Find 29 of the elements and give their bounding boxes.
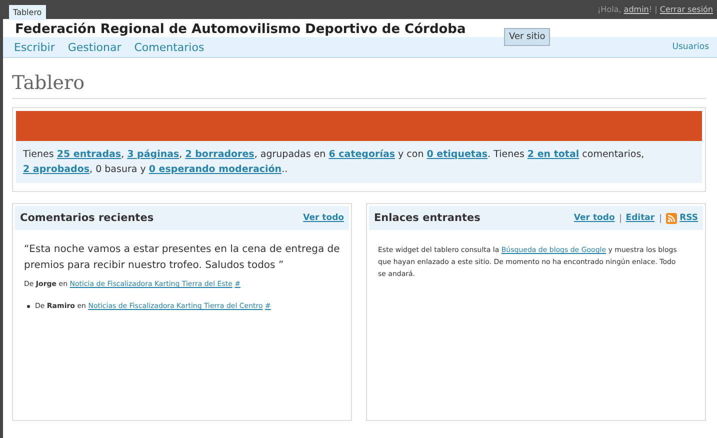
comment-quote: “Esta noche vamos a estar presentes en la cena de entrega de premios para recibir nuestro trofeo. Saludos todos ” [24, 243, 340, 273]
bullet-icon [27, 304, 30, 308]
stats-link[interactable]: 0 esperando moderación [148, 164, 282, 175]
view-all-link[interactable]: Ver todo [303, 213, 344, 223]
rss-icon [666, 212, 677, 224]
view-site-button[interactable]: Ver sitio [504, 28, 550, 46]
nav-link[interactable]: Escribir [14, 40, 55, 54]
stats-link[interactable]: 3 páginas [127, 149, 180, 160]
widget-link[interactable]: Editar [626, 213, 655, 223]
rss-link[interactable]: RSS [680, 213, 698, 223]
nav-link[interactable]: Comentarios [134, 40, 204, 54]
user-link[interactable]: Cerrar sesión [660, 5, 713, 14]
stats-link[interactable]: 2 borradores [185, 149, 254, 160]
page-title: Tablero [12, 72, 706, 99]
stats-text: Tienes 25 entradas, 3 páginas, 2 borradores, agrupadas en 6 categorías y con 0 etiquetas. Tienes 2 en total comentarios, 2 aprobados, 0 basura y 0 esperando moderación.. [16, 141, 702, 183]
site-title: Federación Regional de Automovilismo Deportivo de Córdoba [15, 22, 466, 37]
widget-link[interactable]: Ver todo [574, 213, 615, 223]
user-link[interactable]: admin [624, 5, 649, 14]
stats-link[interactable]: 2 en total [527, 149, 580, 160]
nav-link[interactable]: Gestionar [68, 40, 122, 54]
dashboard-tab[interactable]: Tablero [9, 5, 46, 20]
widget-title: Comentarios recientes [20, 212, 154, 224]
stats-link[interactable]: 2 aprobados [23, 164, 90, 175]
stats-link[interactable]: 6 categorías [328, 149, 396, 160]
users-link[interactable]: Usuarios [672, 42, 709, 52]
stats-link[interactable]: 0 etiquetas [426, 149, 488, 160]
user-greeting: ¡Hola, admin! | Cerrar sesión [597, 5, 713, 14]
widget-title: Enlaces entrantes [374, 212, 480, 224]
stats-link[interactable]: 25 entradas [56, 149, 122, 160]
